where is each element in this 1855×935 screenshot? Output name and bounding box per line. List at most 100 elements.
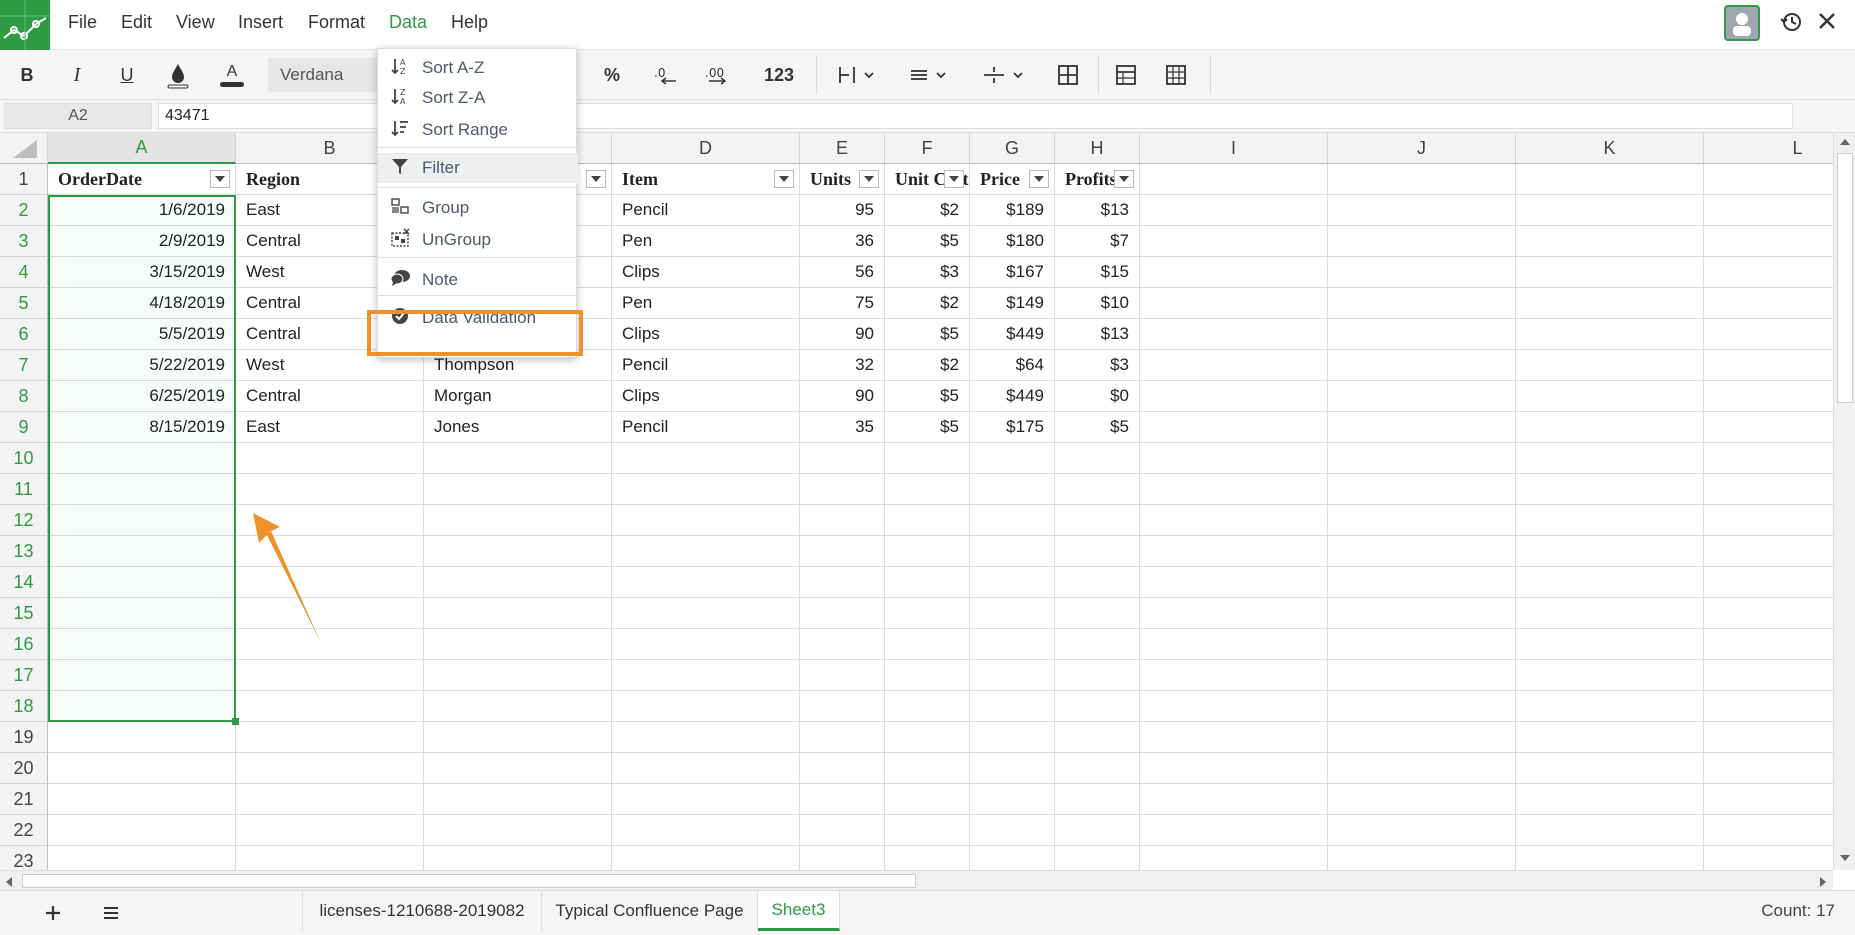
grid-cell[interactable]: [1328, 536, 1516, 567]
grid-cell[interactable]: [1140, 567, 1328, 598]
grid-cell[interactable]: [1140, 846, 1328, 870]
grid-cell[interactable]: [1516, 629, 1704, 660]
grid-cell[interactable]: [48, 784, 236, 815]
grid-cell[interactable]: [800, 505, 885, 536]
menu-item-filter[interactable]: Filter: [378, 153, 578, 183]
row-header[interactable]: 20: [0, 753, 48, 784]
column-header[interactable]: A: [48, 133, 236, 164]
grid-cell[interactable]: [1140, 319, 1328, 350]
table-cell[interactable]: Clips: [612, 257, 800, 288]
table-header-cell[interactable]: OrderDate: [48, 164, 236, 195]
grid-cell[interactable]: [48, 815, 236, 846]
font-color-button[interactable]: A: [216, 58, 248, 92]
grid-cell[interactable]: [1516, 691, 1704, 722]
grid-cell[interactable]: [424, 815, 612, 846]
grid-cell[interactable]: [970, 629, 1055, 660]
sheet-tab-typical-confluence-page[interactable]: Typical Confluence Page: [542, 891, 758, 931]
grid-cell[interactable]: [800, 815, 885, 846]
grid-cell[interactable]: [1704, 784, 1833, 815]
row-header[interactable]: 10: [0, 443, 48, 474]
scroll-up-icon[interactable]: [1839, 137, 1851, 147]
scroll-left-icon[interactable]: [4, 876, 14, 888]
grid-cell[interactable]: [1055, 505, 1140, 536]
grid-cell[interactable]: [1140, 536, 1328, 567]
grid-cell[interactable]: [1704, 846, 1833, 870]
grid-cell[interactable]: [424, 660, 612, 691]
grid-cell[interactable]: [800, 598, 885, 629]
grid-cell[interactable]: [885, 784, 970, 815]
table-cell[interactable]: 90: [800, 319, 885, 350]
bold-button[interactable]: B: [12, 58, 42, 92]
filter-dropdown-button[interactable]: [1029, 170, 1049, 188]
table-cell[interactable]: 75: [800, 288, 885, 319]
grid-cell[interactable]: [1140, 660, 1328, 691]
grid-cell[interactable]: [800, 846, 885, 870]
grid-cell[interactable]: [424, 846, 612, 870]
table-cell[interactable]: $3: [885, 257, 970, 288]
grid-cell[interactable]: [1328, 350, 1516, 381]
grid-cell[interactable]: [1055, 598, 1140, 629]
grid-cell[interactable]: [1516, 753, 1704, 784]
table-cell[interactable]: $180: [970, 226, 1055, 257]
row-header[interactable]: 14: [0, 567, 48, 598]
grid-cell[interactable]: [1516, 598, 1704, 629]
table-cell[interactable]: 5/22/2019: [48, 350, 236, 381]
grid-cell[interactable]: [1516, 846, 1704, 870]
row-header[interactable]: 3: [0, 226, 48, 257]
grid-cell[interactable]: [800, 753, 885, 784]
grid-cell[interactable]: [885, 846, 970, 870]
grid-cell[interactable]: [800, 567, 885, 598]
grid-cell[interactable]: [48, 753, 236, 784]
grid-cell[interactable]: [885, 691, 970, 722]
row-header[interactable]: 9: [0, 412, 48, 443]
table-cell[interactable]: $5: [1055, 412, 1140, 443]
table-cell[interactable]: $149: [970, 288, 1055, 319]
grid-cell[interactable]: [1704, 195, 1833, 226]
table-cell[interactable]: $449: [970, 319, 1055, 350]
row-header[interactable]: 21: [0, 784, 48, 815]
grid-cell[interactable]: [612, 474, 800, 505]
grid-cell[interactable]: [1055, 722, 1140, 753]
grid-cell[interactable]: [236, 660, 424, 691]
scroll-right-icon[interactable]: [1818, 876, 1828, 888]
grid-cell[interactable]: [885, 660, 970, 691]
menu-item-sort-z-a[interactable]: Z A Sort Z-A: [378, 83, 578, 113]
row-header[interactable]: 12: [0, 505, 48, 536]
table-cell[interactable]: $13: [1055, 195, 1140, 226]
column-header[interactable]: K: [1516, 133, 1704, 164]
grid-cell[interactable]: [970, 443, 1055, 474]
vertical-align-dropdown[interactable]: [904, 58, 958, 92]
sheet-tab-sheet3[interactable]: Sheet3: [758, 891, 840, 931]
row-header[interactable]: 11: [0, 474, 48, 505]
table-cell[interactable]: 5/5/2019: [48, 319, 236, 350]
grid-cell[interactable]: [1140, 443, 1328, 474]
grid-cell[interactable]: [1055, 660, 1140, 691]
table-cell[interactable]: 35: [800, 412, 885, 443]
grid-cell[interactable]: [612, 443, 800, 474]
menu-item-sort-range[interactable]: Sort Range: [378, 115, 578, 145]
grid-cell[interactable]: [1140, 505, 1328, 536]
grid-cell[interactable]: [1140, 412, 1328, 443]
grid-cell[interactable]: [1328, 474, 1516, 505]
grid-cell[interactable]: [612, 505, 800, 536]
grid-cell[interactable]: [48, 629, 236, 660]
grid-cell[interactable]: [885, 536, 970, 567]
spreadsheet-grid[interactable]: ABCDEFGHIJKL1234567891011121314151617181…: [0, 133, 1833, 870]
table-cell[interactable]: $167: [970, 257, 1055, 288]
table-cell[interactable]: $64: [970, 350, 1055, 381]
grid-cell[interactable]: [1140, 381, 1328, 412]
grid-cell[interactable]: [970, 846, 1055, 870]
grid-cell[interactable]: [1516, 722, 1704, 753]
grid-cell[interactable]: [885, 505, 970, 536]
menu-insert[interactable]: Insert: [238, 12, 283, 33]
grid-cell[interactable]: [612, 815, 800, 846]
grid-cell[interactable]: [236, 753, 424, 784]
grid-cell[interactable]: [1140, 815, 1328, 846]
grid-cell[interactable]: [970, 567, 1055, 598]
grid-cell[interactable]: [970, 691, 1055, 722]
grid-cell[interactable]: [1328, 660, 1516, 691]
row-header[interactable]: 5: [0, 288, 48, 319]
grid-cell[interactable]: [1516, 226, 1704, 257]
grid-cell[interactable]: [1328, 412, 1516, 443]
grid-cell[interactable]: [612, 629, 800, 660]
